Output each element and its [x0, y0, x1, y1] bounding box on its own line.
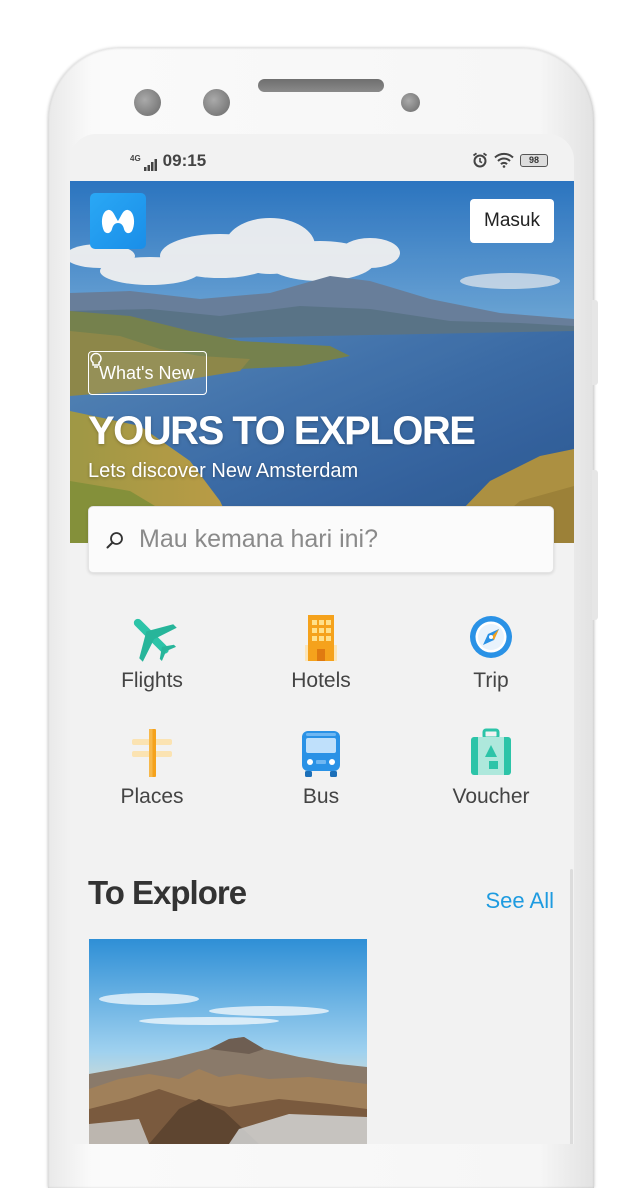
explore-card-image	[89, 939, 367, 1144]
search-icon	[106, 531, 123, 548]
battery-level: 98	[528, 155, 539, 165]
app-logo	[90, 193, 146, 249]
whats-new-badge[interactable]: What's New	[88, 351, 208, 395]
compass-icon	[470, 616, 512, 658]
whats-new-label: What's New	[99, 362, 195, 383]
section-title: To Explore	[88, 874, 247, 911]
menu-item-voucher[interactable]: Voucher	[411, 727, 571, 809]
signpost-icon	[132, 729, 172, 777]
menu-label: Places	[120, 785, 184, 808]
luggage-icon	[471, 728, 511, 775]
power-button	[592, 470, 598, 620]
volume-button	[592, 300, 598, 385]
hero-title: YOURS TO EXPLORE	[88, 409, 476, 453]
sensor	[203, 89, 230, 116]
login-button[interactable]: Masuk	[470, 199, 554, 243]
bus-icon	[302, 731, 340, 777]
search-input[interactable]	[139, 525, 519, 554]
battery-icon: 98	[520, 153, 548, 167]
signal-bars-icon	[143, 159, 157, 171]
search-bar[interactable]	[88, 506, 554, 573]
menu-item-bus[interactable]: Bus	[241, 727, 401, 809]
menu-label: Trip	[473, 669, 509, 692]
app-screen: 4G 09:15 98 Masuk What's New YOURS TO EX…	[70, 134, 574, 1144]
status-bar: 4G 09:15 98	[70, 134, 574, 181]
logo-mark-icon	[101, 209, 135, 234]
status-icons: 98	[472, 152, 548, 168]
menu-item-trip[interactable]: Trip	[411, 611, 571, 693]
camera-lens	[134, 89, 161, 116]
hero-banner: Masuk What's New YOURS TO EXPLORE Lets d…	[70, 181, 574, 543]
earpiece-speaker	[258, 79, 384, 92]
menu-item-hotels[interactable]: Hotels	[241, 611, 401, 693]
menu-label: Voucher	[452, 785, 530, 808]
alarm-icon	[472, 152, 488, 168]
signal-indicator: 4G 09:15	[130, 151, 206, 171]
network-type: 4G	[130, 154, 141, 163]
explore-card[interactable]	[89, 939, 367, 1144]
building-icon	[305, 615, 337, 661]
lightbulb-icon	[90, 352, 102, 368]
menu-label: Bus	[302, 785, 340, 808]
airplane-icon	[133, 618, 177, 662]
menu-label: Hotels	[291, 669, 351, 692]
scrollbar[interactable]	[570, 869, 573, 1144]
menu-item-flights[interactable]: Flights	[72, 611, 232, 693]
see-all-link[interactable]: See All	[486, 888, 555, 914]
menu-label: Flights	[121, 669, 183, 692]
clock: 09:15	[162, 151, 207, 170]
wifi-icon	[494, 152, 514, 168]
hero-subtitle: Lets discover New Amsterdam	[88, 460, 359, 482]
menu-item-places[interactable]: Places	[72, 727, 232, 809]
front-camera	[401, 93, 420, 112]
